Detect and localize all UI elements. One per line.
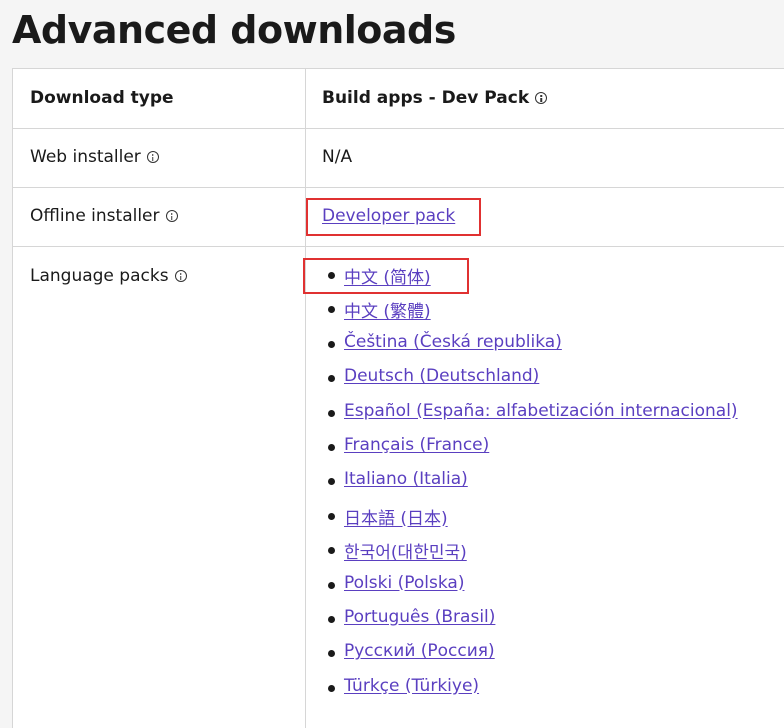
language-pack-link[interactable]: Português (Brasil): [344, 607, 495, 627]
info-icon[interactable]: [165, 210, 178, 222]
list-item: Čeština (Česká republika): [320, 332, 738, 366]
list-item: 한국어(대한민국): [320, 538, 738, 572]
list-item: Italiano (Italia): [320, 469, 738, 503]
list-item: 中文 (繁體): [320, 297, 738, 331]
bullet: [328, 409, 335, 417]
page-title: Advanced downloads: [12, 8, 456, 52]
bullet: [328, 581, 335, 589]
language-pack-link[interactable]: Italiano (Italia): [344, 469, 468, 489]
list-item: Русский (Россия): [320, 641, 738, 675]
language-pack-link[interactable]: Русский (Россия): [344, 641, 495, 661]
language-pack-link[interactable]: 한국어(대한민국): [344, 543, 467, 563]
language-pack-link[interactable]: Deutsch (Deutschland): [344, 366, 539, 386]
developer-pack-link[interactable]: Developer pack: [322, 206, 455, 226]
web-installer-value: N/A: [322, 147, 353, 167]
info-icon[interactable]: [146, 151, 159, 163]
header-download-type: Download type: [30, 88, 174, 108]
web-installer-label: Web installer: [30, 147, 141, 167]
page: Advanced downloads Download type Build a…: [0, 0, 784, 728]
bullet: [328, 306, 335, 314]
list-item: Français (France): [320, 435, 738, 469]
list-item: Polski (Polska): [320, 573, 738, 607]
bullet: [328, 340, 335, 348]
language-pack-link[interactable]: 中文 (简体): [344, 268, 431, 288]
web-installer-cell: Web installer: [30, 147, 159, 167]
offline-installer-cell-right: Developer pack: [322, 206, 455, 226]
info-icon[interactable]: [174, 270, 187, 282]
list-item: Deutsch (Deutschland): [320, 366, 738, 400]
list-item: 中文 (简体): [320, 263, 738, 297]
list-item: Español (España: alfabetización internac…: [320, 401, 738, 435]
bullet: [328, 478, 335, 486]
language-packs-label: Language packs: [30, 266, 169, 286]
bullet: [328, 272, 335, 279]
language-pack-list: 中文 (简体) 中文 (繁體) Čeština (Česká republika…: [320, 263, 738, 710]
language-pack-link[interactable]: 日本語 (日本): [344, 509, 448, 529]
header-build-apps-label: Build apps - Dev Pack: [322, 88, 530, 108]
bullet: [328, 650, 335, 658]
table-header-row: Download type Build apps - Dev Pack: [13, 69, 784, 129]
bullet: [328, 615, 335, 623]
language-pack-link[interactable]: 中文 (繁體): [344, 302, 431, 322]
bullet: [328, 512, 335, 520]
list-item: 日本語 (日本): [320, 504, 738, 538]
list-item: Português (Brasil): [320, 607, 738, 641]
language-pack-link[interactable]: Français (France): [344, 435, 489, 455]
table-row-offline-installer: Offline installer Developer pack: [13, 187, 784, 247]
list-item: Türkçe (Türkiye): [320, 676, 738, 710]
language-pack-link[interactable]: Türkçe (Türkiye): [344, 676, 479, 696]
language-pack-link[interactable]: Čeština (Česká republika): [344, 332, 562, 352]
header-build-apps: Build apps - Dev Pack: [322, 88, 548, 108]
bullet: [328, 684, 335, 692]
language-pack-link[interactable]: Polski (Polska): [344, 573, 464, 593]
table-row-web-installer: Web installer N/A: [13, 128, 784, 188]
info-icon[interactable]: [535, 92, 548, 104]
bullet: [328, 375, 335, 383]
language-packs-cell: Language packs: [30, 266, 187, 286]
bullet: [328, 547, 335, 555]
downloads-table: Download type Build apps - Dev Pack Web …: [12, 68, 784, 728]
language-pack-link[interactable]: Español (España: alfabetización internac…: [344, 401, 738, 421]
bullet: [328, 443, 335, 451]
offline-installer-label: Offline installer: [30, 206, 160, 226]
offline-installer-cell: Offline installer: [30, 206, 178, 226]
